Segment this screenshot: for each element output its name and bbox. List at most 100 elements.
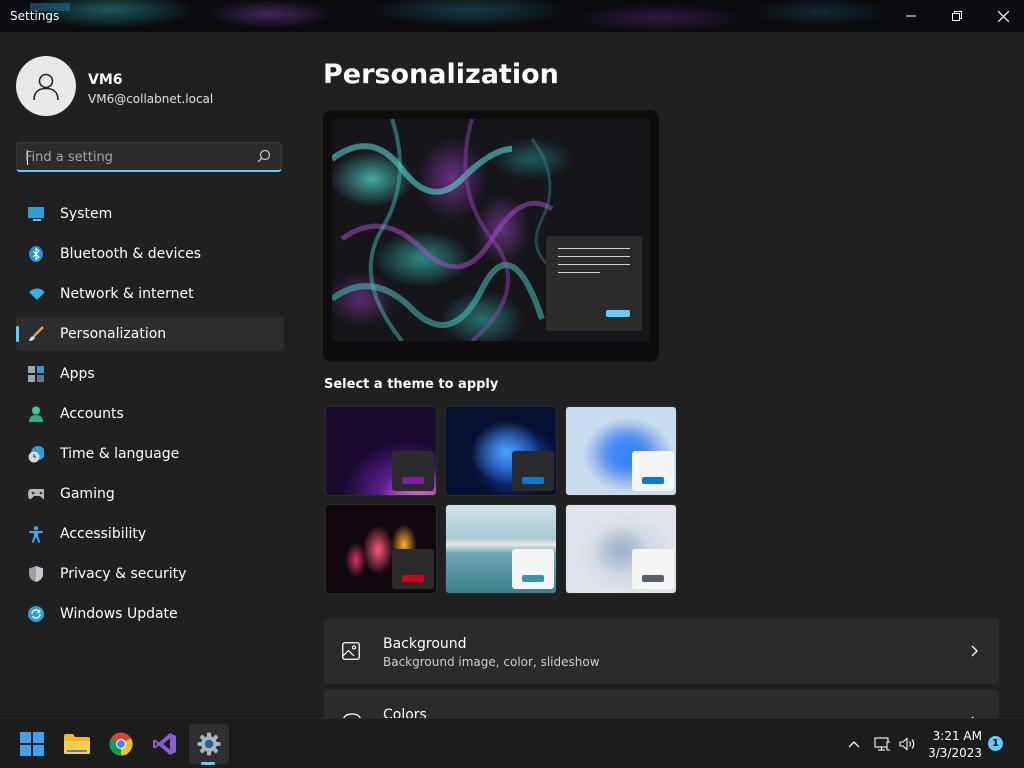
card-title: Background	[383, 636, 467, 652]
title-bar: Settings	[0, 0, 1024, 32]
page-title: Personalization	[323, 59, 559, 90]
theme-accent-swatch	[642, 477, 664, 484]
theme-windows-light[interactable]	[565, 406, 677, 496]
restore-icon	[952, 11, 962, 21]
card-subtitle: Background image, color, slideshow	[383, 655, 600, 669]
clock-globe-icon	[28, 445, 44, 462]
sidebar-item-label: Network & internet	[60, 286, 194, 302]
close-button[interactable]	[980, 0, 1024, 32]
sidebar-item-label: Gaming	[60, 486, 115, 502]
search-input[interactable]	[25, 148, 245, 166]
restore-button[interactable]	[934, 0, 980, 32]
background-card[interactable]: Background Background image, color, slid…	[324, 618, 999, 684]
sidebar-item-label: Windows Update	[60, 606, 178, 622]
theme-accent-swatch	[402, 575, 424, 582]
theme-sunrise[interactable]	[565, 504, 677, 594]
theme-window-preview	[632, 549, 674, 589]
accessibility-icon	[28, 525, 44, 543]
search-icon[interactable]	[257, 149, 271, 163]
clock-date[interactable]: 3/3/2023	[926, 746, 982, 760]
chrome-button[interactable]	[101, 724, 141, 764]
show-hidden-icons-button[interactable]	[846, 736, 862, 752]
theme-flow[interactable]	[445, 504, 557, 594]
sidebar-item-label: Accessibility	[60, 526, 147, 542]
file-explorer-button[interactable]	[57, 724, 97, 764]
active-indicator	[16, 326, 19, 342]
sidebar-item-system[interactable]: System	[16, 197, 284, 231]
sidebar-item-label: Accounts	[60, 406, 124, 422]
theme-accent-swatch	[522, 575, 544, 582]
speaker-icon	[899, 737, 915, 751]
network-tray-button[interactable]	[874, 736, 890, 752]
sidebar-item-gaming[interactable]: Gaming	[16, 477, 284, 511]
clock-time[interactable]: 3:21 AM	[930, 729, 982, 743]
sidebar-item-windows-update[interactable]: Windows Update	[16, 597, 284, 631]
chevron-up-icon	[848, 741, 860, 748]
theme-window-preview	[632, 451, 674, 491]
theme-accent-swatch	[642, 575, 664, 582]
window-title-text: Settings	[10, 9, 60, 23]
theme-window-preview	[392, 549, 434, 589]
theme-section-label: Select a theme to apply	[324, 377, 499, 392]
sidebar-item-label: Privacy & security	[60, 566, 187, 582]
person-icon	[33, 73, 59, 101]
theme-glow[interactable]	[325, 406, 437, 496]
colors-card[interactable]: Colors	[324, 689, 999, 718]
visual-studio-button[interactable]	[145, 724, 185, 764]
sidebar-item-personalization[interactable]: Personalization	[16, 317, 284, 351]
minimize-button[interactable]	[888, 0, 934, 32]
user-name: VM6	[88, 72, 123, 88]
file-explorer-icon	[64, 734, 90, 754]
avatar[interactable]	[16, 56, 76, 116]
card-title: Colors	[383, 707, 427, 718]
theme-window-preview	[392, 451, 434, 491]
apps-icon	[28, 366, 44, 382]
sidebar-item-accessibility[interactable]: Accessibility	[16, 517, 284, 551]
preview-line	[558, 256, 630, 257]
start-button[interactable]	[12, 724, 52, 764]
image-icon	[342, 642, 360, 660]
shield-icon	[28, 566, 44, 582]
theme-windows-dark[interactable]	[445, 406, 557, 496]
preview-accent-button	[606, 310, 630, 317]
theme-window-preview	[512, 451, 554, 491]
close-icon	[997, 10, 1009, 22]
settings-icon	[197, 732, 221, 756]
sidebar-item-network-internet[interactable]: Network & internet	[16, 277, 284, 311]
chevron-right-icon	[971, 645, 978, 657]
monitor-icon	[28, 206, 44, 222]
taskbar: 3:21 AM 3/3/2023 1	[0, 718, 1024, 768]
visual-studio-icon	[153, 733, 176, 755]
minimize-icon	[906, 15, 916, 17]
notification-badge[interactable]: 1	[988, 736, 1003, 751]
user-email: VM6@collabnet.local	[88, 92, 214, 106]
theme-accent-swatch	[522, 477, 544, 484]
chrome-icon	[109, 732, 133, 756]
window-title: Settings	[10, 3, 70, 23]
colors-card-clip: Colors	[324, 689, 999, 718]
preview-line	[558, 264, 630, 265]
sidebar-item-accounts[interactable]: Accounts	[16, 397, 284, 431]
gamepad-icon	[28, 486, 44, 502]
search-box[interactable]	[16, 142, 282, 172]
settings-button[interactable]	[189, 724, 229, 764]
network-icon	[874, 737, 890, 751]
person-icon	[28, 406, 44, 422]
sidebar-item-label: Personalization	[60, 326, 167, 342]
sidebar-item-apps[interactable]: Apps	[16, 357, 284, 391]
update-icon	[28, 606, 44, 622]
theme-captured-motion[interactable]	[325, 504, 437, 594]
volume-tray-button[interactable]	[899, 736, 915, 752]
start-icon	[20, 732, 44, 756]
sidebar-item-label: System	[60, 206, 113, 222]
sidebar-item-label: Time & language	[60, 446, 180, 462]
bluetooth-icon	[28, 246, 44, 262]
sidebar-item-privacy-security[interactable]: Privacy & security	[16, 557, 284, 591]
sidebar-item-time-language[interactable]: Time & language	[16, 437, 284, 471]
brush-icon	[28, 326, 44, 342]
sidebar-item-bluetooth-devices[interactable]: Bluetooth & devices	[16, 237, 284, 271]
sidebar-item-label: Apps	[60, 366, 95, 382]
preview-line	[558, 248, 630, 249]
preview-line	[558, 272, 600, 273]
theme-window-preview	[512, 549, 554, 589]
